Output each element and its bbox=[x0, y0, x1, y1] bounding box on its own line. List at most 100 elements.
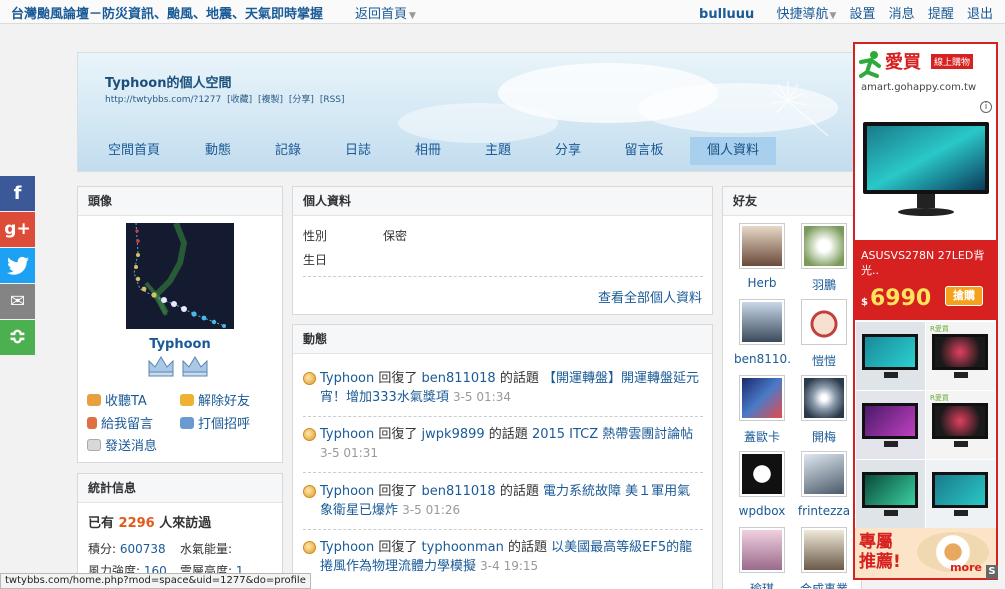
ad-product-tile[interactable] bbox=[856, 460, 925, 528]
rss-link[interactable]: [RSS] bbox=[320, 95, 345, 105]
friend-name[interactable]: frintezza bbox=[796, 504, 852, 518]
messages-link[interactable]: 消息 bbox=[889, 7, 915, 22]
share-link[interactable]: [分享] bbox=[289, 95, 314, 105]
friend-name[interactable]: 羽鵬 bbox=[796, 276, 852, 293]
ad-product-tile[interactable] bbox=[856, 322, 925, 390]
feed-target-link[interactable]: typhoonman bbox=[422, 540, 504, 555]
unfriend-link[interactable]: 解除好友 bbox=[180, 390, 250, 409]
copy-link[interactable]: [複製] bbox=[258, 95, 283, 105]
tab-topics[interactable]: 主題 bbox=[474, 137, 522, 165]
friend-name[interactable]: 合成事業 bbox=[796, 580, 852, 589]
tab-activity[interactable]: 動態 bbox=[192, 137, 244, 165]
tab-message-board[interactable]: 留言板 bbox=[614, 137, 674, 165]
ad-product-tile[interactable] bbox=[926, 460, 995, 528]
feed-action: 回復了 bbox=[378, 427, 418, 442]
friend-item[interactable]: 合成事業 bbox=[796, 527, 852, 589]
friend-item[interactable]: wpdbox bbox=[734, 451, 790, 518]
username-link[interactable]: bulluuu bbox=[699, 7, 754, 22]
leave-message-link[interactable]: 給我留言 bbox=[87, 413, 153, 432]
friend-avatar[interactable] bbox=[739, 299, 785, 345]
friend-item[interactable]: 瑜琪 bbox=[734, 527, 790, 589]
tab-blog[interactable]: 日誌 bbox=[334, 137, 382, 165]
visitor-prefix: 已有 bbox=[88, 516, 115, 531]
divider bbox=[303, 276, 703, 277]
sharethis-share-button[interactable]: ≎ bbox=[0, 320, 35, 355]
space-url[interactable]: http://twtybbs.com/?1277 bbox=[105, 95, 221, 105]
info-icon[interactable]: i bbox=[980, 101, 992, 113]
tab-album[interactable]: 相冊 bbox=[404, 137, 452, 165]
friend-name[interactable]: 瑜琪 bbox=[734, 580, 790, 589]
ad-banner[interactable]: 愛買 線上購物 amart.gohappy.com.tw i ASUSVS278… bbox=[853, 42, 998, 580]
site-title-link[interactable]: 台灣颱風論壇－防災資訊、颱風、地震、天氣即時掌握 bbox=[11, 3, 323, 22]
feed-user-link[interactable]: Typhoon bbox=[320, 371, 374, 386]
feed-user-link[interactable]: Typhoon bbox=[320, 484, 374, 499]
follow-link[interactable]: 收聽TA bbox=[87, 390, 147, 409]
ad-product-tile[interactable]: R愛買 bbox=[926, 391, 995, 459]
friend-avatar[interactable] bbox=[801, 375, 847, 421]
tab-profile[interactable]: 個人資料 bbox=[690, 137, 776, 165]
avatar[interactable] bbox=[126, 223, 234, 329]
say-hello-link[interactable]: 打個招呼 bbox=[180, 413, 250, 432]
reminders-link[interactable]: 提醒 bbox=[928, 7, 954, 22]
friend-name[interactable]: 蓋歐卡 bbox=[734, 428, 790, 445]
ad-buy-button[interactable]: 搶購 bbox=[945, 286, 983, 306]
friend-name[interactable]: Herb bbox=[734, 276, 790, 290]
view-all-profile-link[interactable]: 查看全部個人資料 bbox=[598, 287, 702, 306]
favorite-link[interactable]: [收藏] bbox=[227, 95, 252, 105]
friend-avatar[interactable] bbox=[739, 223, 785, 269]
ad-close-badge[interactable]: S bbox=[986, 565, 998, 579]
friend-avatar[interactable] bbox=[801, 527, 847, 573]
friend-item[interactable]: 開梅 bbox=[796, 375, 852, 445]
friend-item[interactable]: Herb bbox=[734, 223, 790, 290]
friend-avatar[interactable] bbox=[801, 223, 847, 269]
friend-item[interactable]: 蓋歐卡 bbox=[734, 375, 790, 445]
twitter-share-button[interactable] bbox=[0, 248, 35, 283]
friend-name[interactable]: wpdbox bbox=[734, 504, 790, 518]
facebook-share-button[interactable]: f bbox=[0, 176, 35, 211]
friend-avatar[interactable] bbox=[801, 451, 847, 497]
ad-product-tile[interactable]: R愛買 bbox=[926, 322, 995, 390]
stats-panel: 統計信息 已有 2296 人來訪過 積分: 600738 水氣能量: 風力強度:… bbox=[77, 473, 283, 589]
visitor-suffix: 人來訪過 bbox=[159, 516, 212, 531]
email-share-button[interactable]: ✉ bbox=[0, 284, 35, 319]
feed-user-link[interactable]: Typhoon bbox=[320, 427, 374, 442]
tab-share[interactable]: 分享 bbox=[544, 137, 592, 165]
ad-product-box[interactable]: ASUSVS278N 27LED背光.. $6990 搶購 bbox=[855, 240, 996, 320]
friend-avatar[interactable] bbox=[739, 527, 785, 573]
avatar-name[interactable]: Typhoon bbox=[78, 337, 282, 352]
send-message-link[interactable]: 發送消息 bbox=[87, 435, 157, 454]
feed-target-link[interactable]: ben811018 bbox=[422, 484, 496, 499]
friend-avatar[interactable] bbox=[801, 299, 847, 345]
space-header-banner: Typhoon的個人空間 http://twtybbs.com/?1277 [收… bbox=[77, 52, 857, 172]
ad-promo-banner[interactable]: 專屬推薦! more bbox=[855, 528, 996, 578]
facebook-icon: f bbox=[13, 183, 22, 204]
feed-user-link[interactable]: Typhoon bbox=[320, 540, 374, 555]
ad-more-link[interactable]: more bbox=[950, 561, 982, 574]
settings-link[interactable]: 設置 bbox=[850, 7, 876, 22]
monitor-product-image[interactable] bbox=[861, 120, 991, 216]
friend-item[interactable]: 羽鵬 bbox=[796, 223, 852, 293]
friend-item[interactable]: 愷愷 bbox=[796, 299, 852, 369]
quick-nav-label: 快捷導航 bbox=[776, 7, 829, 22]
tab-space-home[interactable]: 空間首頁 bbox=[98, 137, 170, 165]
panel-title: 頭像 bbox=[78, 187, 282, 216]
back-home-link[interactable]: 返回首頁 ▼ bbox=[355, 3, 416, 22]
tab-records[interactable]: 記錄 bbox=[264, 137, 312, 165]
feed-topic-link[interactable]: 2015 ITCZ 熱帶雲團討論帖 bbox=[532, 427, 693, 442]
quick-nav-link[interactable]: 快捷導航▼ bbox=[767, 7, 836, 22]
friend-avatar[interactable] bbox=[739, 451, 785, 497]
friend-avatar[interactable] bbox=[739, 375, 785, 421]
friend-item[interactable]: frintezza bbox=[796, 451, 852, 518]
feed-target-link[interactable]: ben811018 bbox=[422, 371, 496, 386]
sharethis-icon: ≎ bbox=[8, 325, 27, 350]
friend-name[interactable]: 愷愷 bbox=[796, 352, 852, 369]
friend-item[interactable]: ben8110… bbox=[734, 299, 790, 366]
google-plus-share-button[interactable]: g+ bbox=[0, 212, 35, 247]
friend-name[interactable]: ben8110… bbox=[734, 352, 790, 366]
logout-link[interactable]: 退出 bbox=[967, 7, 993, 22]
friend-name[interactable]: 開梅 bbox=[796, 428, 852, 445]
ad-logo[interactable]: 愛買 線上購物 amart.gohappy.com.tw bbox=[855, 44, 996, 100]
ad-product-tile[interactable] bbox=[856, 391, 925, 459]
feed-target-link[interactable]: jwpk9899 bbox=[422, 427, 485, 442]
points-value[interactable]: 600738 bbox=[120, 542, 166, 556]
